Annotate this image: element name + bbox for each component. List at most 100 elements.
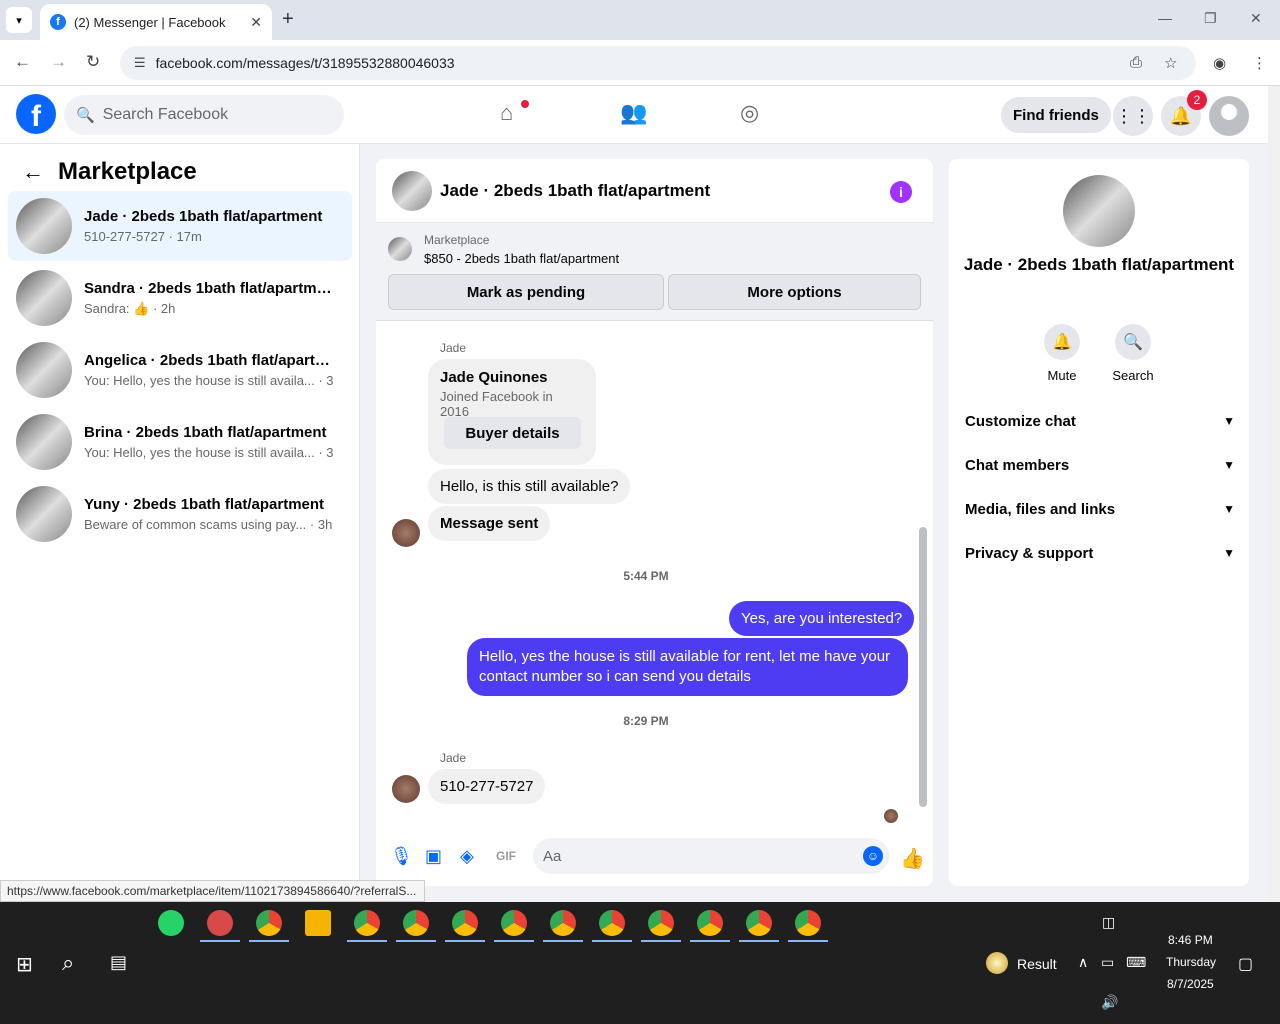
mark-as-pending-button[interactable]: Mark as pending [388,274,664,310]
groups-icon[interactable]: ◎ [740,100,759,126]
chevron-down-icon: ▼ [1223,414,1235,428]
media-files-section[interactable]: Media, files and links ▼ [965,495,1235,523]
chevron-down-icon: ▼ [1223,458,1235,472]
url-text: facebook.com/messages/t/3189553288004603… [155,55,455,71]
search-icon[interactable]: ⌕ [62,950,74,976]
sticker-icon[interactable]: ◈ [460,846,474,867]
notification-center-icon[interactable]: ▢ [1238,954,1253,974]
bell-icon: 🔔 [1044,324,1080,360]
restore-icon[interactable]: ❐ [1204,10,1217,27]
tray-chevron-up-icon[interactable]: ∧ [1078,954,1088,971]
conversation-preview: You: Hello, yes the house is still avail… [84,445,334,460]
chrome-profile-icon[interactable] [452,910,478,936]
listing-thumbnail [388,237,412,261]
marketplace-listing-bar: Marketplace $850 - 2beds 1bath flat/apar… [376,223,933,321]
task-view-icon[interactable]: ▤ [110,952,127,973]
chrome-icon[interactable] [256,910,282,936]
facebook-logo-icon[interactable]: f [16,94,56,134]
scrollbar-thumb[interactable] [919,527,927,807]
privacy-support-section[interactable]: Privacy & support ▼ [965,539,1235,567]
buyer-joined: Joined Facebook in 2016 [440,389,553,419]
conversation-item[interactable]: Sandra · 2beds 1bath flat/apartment Sand… [8,263,352,333]
contact-avatar[interactable] [1063,175,1135,247]
account-avatar[interactable] [1209,96,1249,136]
chat-members-section[interactable]: Chat members ▼ [965,451,1235,479]
whatsapp-icon[interactable] [158,910,184,936]
search-button[interactable]: 🔍 Search [1103,324,1163,383]
chat-title[interactable]: Jade · 2beds 1bath flat/apartment [440,181,710,201]
chrome-profile-icon[interactable] [403,910,429,936]
chrome-profile-icon[interactable] [599,910,625,936]
chat-avatar[interactable] [392,170,432,211]
tab-list-chevron-icon[interactable]: ▾ [6,7,32,33]
home-icon[interactable]: ⌂ [500,100,513,126]
profile-icon[interactable]: ◉ [1213,54,1226,72]
facebook-search-input[interactable] [102,106,323,124]
minimize-icon[interactable]: — [1158,10,1172,26]
clock-time[interactable]: 8:46 PM [1168,933,1213,947]
conversation-item[interactable]: Yuny · 2beds 1bath flat/apartment Beware… [8,479,352,549]
install-app-icon[interactable]: ⎙ [1130,54,1142,71]
app-icon[interactable] [207,910,233,936]
search-icon: 🔍 [1115,324,1151,360]
close-window-icon[interactable]: ✕ [1250,10,1262,27]
thumbs-up-icon[interactable]: 👍 [900,846,925,871]
chrome-profile-icon[interactable] [354,910,380,936]
mute-button[interactable]: 🔔 Mute [1032,324,1092,383]
message-input-wrap[interactable]: ☺ [533,838,889,874]
facebook-search[interactable]: 🔍 [64,95,344,135]
chrome-profile-icon[interactable] [746,910,772,936]
close-tab-icon[interactable]: ✕ [250,14,262,31]
forward-icon[interactable]: → [50,52,67,72]
gif-icon[interactable]: GIF [496,849,516,863]
browser-tab[interactable]: f (2) Messenger | Facebook ✕ [40,4,272,40]
listing-title[interactable]: $850 - 2beds 1bath flat/apartment [424,251,619,266]
incoming-message: 510-277-5727 [428,769,546,804]
volume-icon[interactable]: 🔊 [1101,994,1118,1011]
active-indicator [592,940,632,942]
conversation-preview: You: Hello, yes the house is still avail… [84,373,334,388]
buyer-name: Jade Quinones [440,369,548,386]
listing-thumbnail [16,198,72,254]
clock-date[interactable]: 8/7/2025 [1167,977,1214,991]
photo-icon[interactable]: ▣ [425,846,442,867]
page-scrollbar[interactable] [1268,86,1280,902]
find-friends-button[interactable]: Find friends [1001,97,1111,133]
info-icon[interactable]: i [890,181,912,203]
new-tab-icon[interactable]: + [282,8,294,31]
chrome-profile-icon[interactable] [697,910,723,936]
reload-icon[interactable]: ↻ [86,52,100,72]
emoji-icon[interactable]: ☺ [863,846,883,866]
menu-grid-icon[interactable]: ⋮⋮ [1113,96,1153,136]
chrome-profile-icon[interactable] [648,910,674,936]
clock-day[interactable]: Thursday [1166,955,1216,969]
conversation-item[interactable]: Brina · 2beds 1bath flat/apartment You: … [8,407,352,477]
site-info-icon[interactable]: ☰ [134,55,146,71]
back-icon[interactable]: ← [14,52,31,72]
search-label: Search [1112,368,1154,383]
windows-start-icon[interactable]: ⊞ [16,952,33,977]
chrome-profile-icon[interactable] [501,910,527,936]
conversation-item[interactable]: Angelica · 2beds 1bath flat/apartm... Yo… [8,335,352,405]
weather-label[interactable]: Result [1017,956,1057,972]
keyboard-icon[interactable]: ⌨ [1126,954,1146,971]
back-arrow-icon[interactable]: ← [22,159,44,185]
browser-menu-icon[interactable]: ⋮ [1252,54,1267,72]
bookmark-star-icon[interactable]: ☆ [1164,54,1177,72]
friends-icon[interactable]: 👥 [620,100,647,126]
buyer-details-button[interactable]: Buyer details [444,417,581,449]
weather-icon[interactable] [986,952,1008,974]
conversation-item[interactable]: Jade · 2beds 1bath flat/apartment 510-27… [8,191,352,261]
conversation-preview: Beware of common scams using pay... · 3h [84,517,333,532]
network-icon[interactable]: ▭ [1101,954,1114,971]
microphone-icon[interactable]: 🎙 [390,846,413,867]
message-input[interactable] [543,847,843,865]
chrome-profile-icon[interactable] [795,910,821,936]
chrome-profile-icon[interactable] [550,910,576,936]
file-explorer-icon[interactable] [305,910,331,936]
customize-chat-section[interactable]: Customize chat ▼ [965,407,1235,435]
conversation-preview: Sandra: 👍 · 2h [84,300,176,316]
more-options-button[interactable]: More options [668,274,921,310]
url-field[interactable]: ☰ facebook.com/messages/t/31895532880046… [120,46,1196,80]
meet-now-icon[interactable]: ◫ [1102,914,1115,931]
